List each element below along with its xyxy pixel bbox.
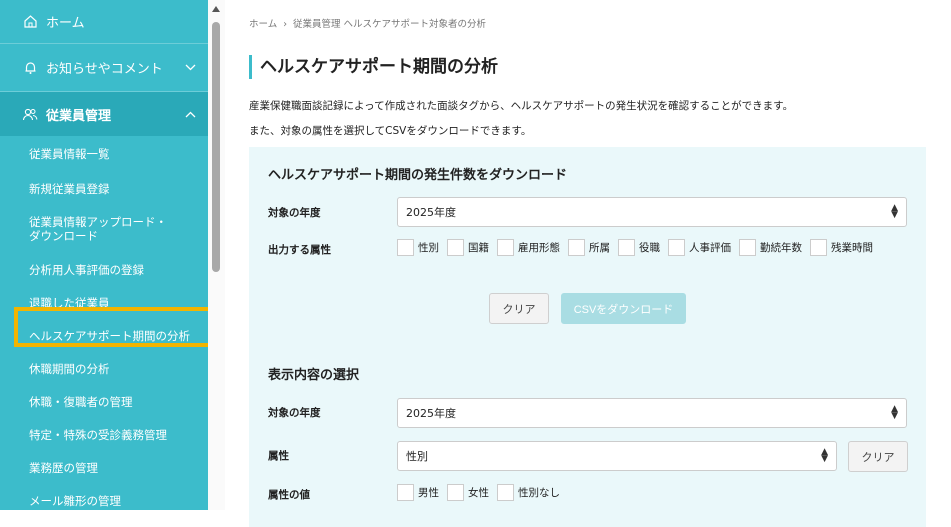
value-label: 性別なし xyxy=(518,487,560,499)
display-attr-label: 属性 xyxy=(268,450,289,462)
display-value-checks: 男性 女性 性別なし xyxy=(397,484,568,501)
attr-label: 性別 xyxy=(418,242,439,254)
value-check-male[interactable]: 男性 xyxy=(397,484,439,501)
sidebar-item-employee-list[interactable]: 従業員情報一覧 xyxy=(0,136,208,172)
attr-check-position[interactable]: 役職 xyxy=(618,239,660,256)
csv-download-button[interactable]: CSVをダウンロード xyxy=(561,293,686,324)
users-icon xyxy=(22,106,38,122)
nav-employees[interactable]: 従業員管理 xyxy=(0,92,208,136)
download-year-value: 2025年度 xyxy=(406,206,456,219)
attr-check-employment[interactable]: 雇用形態 xyxy=(497,239,560,256)
download-attribute-checks: 性別 国籍 雇用形態 所属 役職 人事評価 勤続年数 残業時間 xyxy=(397,239,881,256)
sidebar-item-special-exam[interactable]: 特定・特殊の受診義務管理 xyxy=(0,418,208,451)
nav-home[interactable]: ホーム xyxy=(0,0,208,44)
main-content: ホーム › 従業員管理 ヘルスケアサポート対象者の分析 ヘルスケアサポート期間の分析… xyxy=(249,0,939,527)
checkbox[interactable] xyxy=(568,239,585,256)
attr-label: 残業時間 xyxy=(831,242,873,254)
sidebar-item-work-history[interactable]: 業務歴の管理 xyxy=(0,451,208,484)
nav-news-label: お知らせやコメント xyxy=(46,62,163,77)
value-label: 男性 xyxy=(418,487,439,499)
attr-check-evaluation[interactable]: 人事評価 xyxy=(668,239,731,256)
attr-label: 役職 xyxy=(639,242,660,254)
download-attr-label: 出力する属性 xyxy=(268,244,331,256)
select-arrows-icon: ▲ ▼ xyxy=(891,404,898,421)
page-description-2: また、対象の属性を選択してCSVをダウンロードできます。 xyxy=(249,125,532,137)
attr-check-nationality[interactable]: 国籍 xyxy=(447,239,489,256)
page-title: ヘルスケアサポート期間の分析 xyxy=(249,55,498,79)
display-year-label: 対象の年度 xyxy=(268,407,321,419)
chevron-up-icon xyxy=(185,108,196,121)
display-clear-button[interactable]: クリア xyxy=(848,441,908,472)
checkbox[interactable] xyxy=(397,484,414,501)
nav-home-label: ホーム xyxy=(46,16,85,31)
page-description-1: 産業保健職面談記録によって作成された面談タグから、ヘルスケアサポートの発生状況を… xyxy=(249,100,794,112)
attr-label: 雇用形態 xyxy=(518,242,560,254)
sidebar-item-evaluation[interactable]: 分析用人事評価の登録 xyxy=(0,253,208,286)
bell-icon xyxy=(22,60,38,76)
nav-employees-label: 従業員管理 xyxy=(46,108,112,124)
download-year-select[interactable]: 2025年度 ▲ ▼ xyxy=(397,197,907,227)
attr-label: 人事評価 xyxy=(689,242,731,254)
checkbox[interactable] xyxy=(397,239,414,256)
display-values-label: 属性の値 xyxy=(268,489,310,501)
attr-label: 国籍 xyxy=(468,242,489,254)
sidebar-item-mail-template[interactable]: メール雛形の管理 xyxy=(0,484,208,510)
value-label: 女性 xyxy=(468,487,489,499)
download-year-label: 対象の年度 xyxy=(268,207,321,219)
scroll-thumb[interactable] xyxy=(212,22,220,272)
sidebar-item-healthcare-analysis[interactable]: ヘルスケアサポート期間の分析 xyxy=(0,319,208,352)
scroll-up-arrow-icon[interactable] xyxy=(212,6,220,12)
display-heading: 表示内容の選択 xyxy=(268,368,360,383)
breadcrumb: ホーム › 従業員管理 ヘルスケアサポート対象者の分析 xyxy=(249,16,486,30)
attr-check-tenure[interactable]: 勤続年数 xyxy=(739,239,802,256)
value-check-none[interactable]: 性別なし xyxy=(497,484,560,501)
checkbox[interactable] xyxy=(447,239,464,256)
attr-check-overtime[interactable]: 残業時間 xyxy=(810,239,873,256)
breadcrumb-home[interactable]: ホーム xyxy=(249,19,277,30)
download-heading: ヘルスケアサポート期間の発生件数をダウンロード xyxy=(268,168,568,183)
sidebar-item-retired[interactable]: 退職した従業員 xyxy=(0,286,208,319)
checkbox[interactable] xyxy=(497,239,514,256)
value-check-female[interactable]: 女性 xyxy=(447,484,489,501)
display-attr-value: 性別 xyxy=(406,450,428,463)
checkbox[interactable] xyxy=(739,239,756,256)
download-clear-button[interactable]: クリア xyxy=(489,293,549,324)
attr-label: 勤続年数 xyxy=(760,242,802,254)
sidebar-scrollbar[interactable] xyxy=(208,0,225,510)
select-arrows-icon: ▲ ▼ xyxy=(821,447,828,464)
checkbox[interactable] xyxy=(447,484,464,501)
nav-employees-section: 従業員管理 xyxy=(0,92,208,136)
breadcrumb-current: 従業員管理 ヘルスケアサポート対象者の分析 xyxy=(293,19,487,30)
attr-check-department[interactable]: 所属 xyxy=(568,239,610,256)
attr-check-gender[interactable]: 性別 xyxy=(397,239,439,256)
checkbox[interactable] xyxy=(618,239,635,256)
checkbox[interactable] xyxy=(668,239,685,256)
select-arrows-icon: ▲ ▼ xyxy=(891,203,898,220)
sidebar-item-leave-analysis[interactable]: 休職期間の分析 xyxy=(0,352,208,385)
sidebar-item-leave-management[interactable]: 休職・復職者の管理 xyxy=(0,385,208,418)
breadcrumb-separator: › xyxy=(283,19,288,30)
checkbox[interactable] xyxy=(810,239,827,256)
checkbox[interactable] xyxy=(497,484,514,501)
sidebar: ホーム お知らせやコメント 従業員管理 従業員情報一覧 新規従業員登録 従業員情… xyxy=(0,0,208,510)
sidebar-item-new-employee[interactable]: 新規従業員登録 xyxy=(0,172,208,205)
attr-label: 所属 xyxy=(589,242,610,254)
display-year-select[interactable]: 2025年度 ▲ ▼ xyxy=(397,398,907,428)
nav-news[interactable]: お知らせやコメント xyxy=(0,44,208,92)
display-attr-select[interactable]: 性別 ▲ ▼ xyxy=(397,441,837,471)
analysis-panel: ヘルスケアサポート期間の発生件数をダウンロード 対象の年度 2025年度 ▲ ▼ … xyxy=(249,147,926,527)
home-icon xyxy=(22,14,38,30)
chevron-down-icon xyxy=(185,61,196,74)
display-year-value: 2025年度 xyxy=(406,407,456,420)
sidebar-item-upload-download[interactable]: 従業員情報アップロード・ダウンロード xyxy=(0,205,208,253)
